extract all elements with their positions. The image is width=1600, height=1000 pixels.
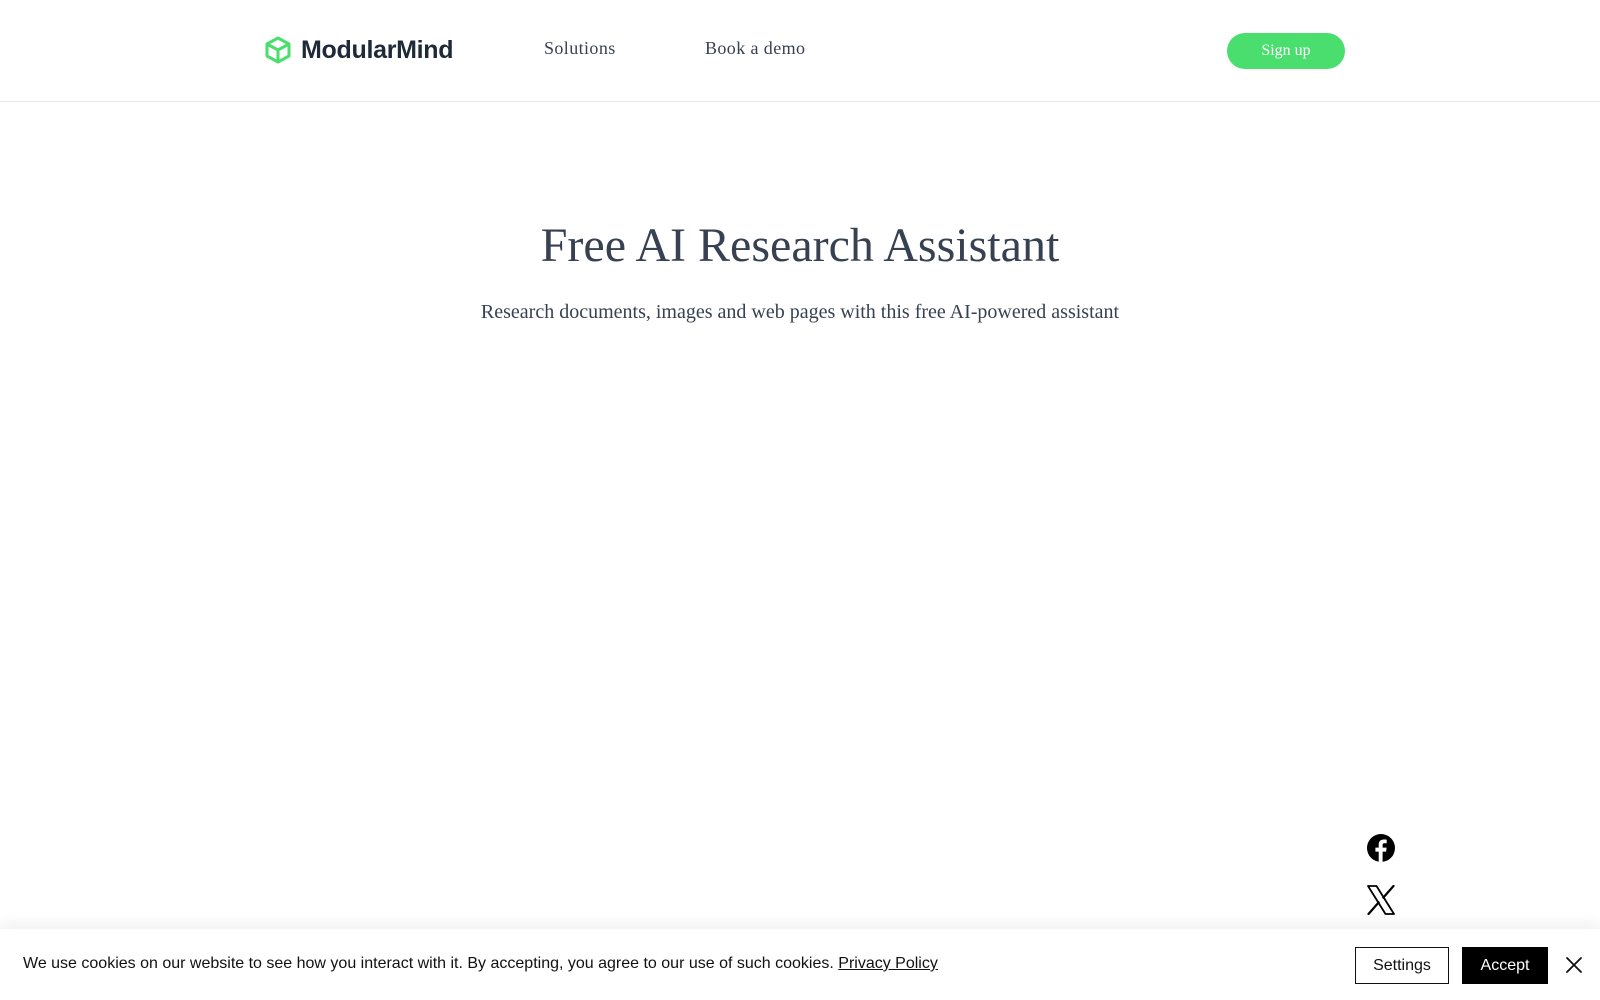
brand-logo-link[interactable]: ModularMind [263, 33, 454, 67]
site-header: ModularMind Solutions Book a demo Sign u… [0, 0, 1600, 102]
nav-book-demo-link[interactable]: Book a demo [705, 38, 805, 59]
cookie-accept-button[interactable]: Accept [1462, 947, 1548, 984]
facebook-link[interactable] [1366, 833, 1396, 863]
close-icon [1566, 957, 1582, 973]
cookie-message: We use cookies on our website to see how… [23, 955, 834, 972]
modularmind-logo-icon [265, 36, 291, 64]
page-subtitle: Research documents, images and web pages… [480, 301, 1120, 323]
cookie-close-button[interactable] [1564, 955, 1584, 975]
x-twitter-icon [1367, 885, 1395, 915]
sign-up-button[interactable]: Sign up [1227, 33, 1345, 69]
facebook-icon [1367, 834, 1395, 862]
cookie-consent-banner: We use cookies on our website to see how… [0, 929, 1600, 1000]
x-twitter-link[interactable] [1366, 885, 1396, 915]
cookie-settings-button[interactable]: Settings [1355, 947, 1449, 984]
page-title: Free AI Research Assistant [540, 219, 1060, 272]
brand-name: ModularMind [301, 35, 454, 64]
nav-solutions-link[interactable]: Solutions [544, 38, 616, 59]
privacy-policy-link[interactable]: Privacy Policy [838, 955, 938, 972]
cookie-message-container: We use cookies on our website to see how… [23, 955, 938, 973]
